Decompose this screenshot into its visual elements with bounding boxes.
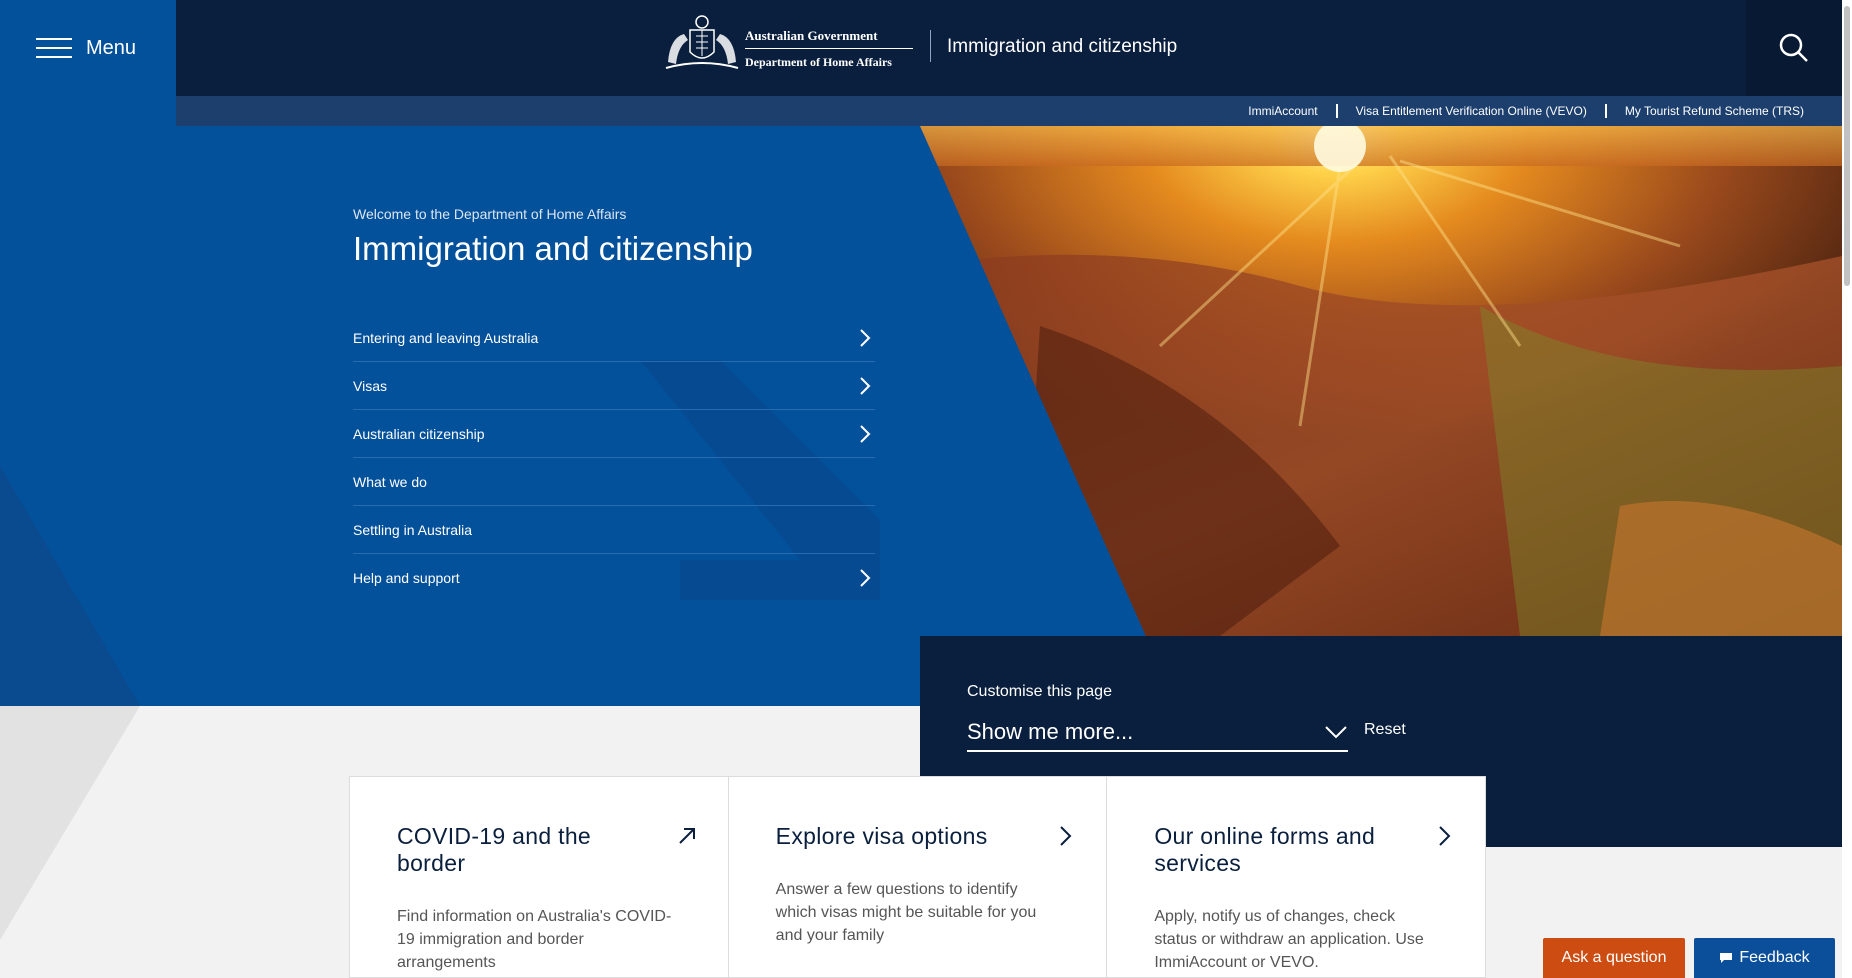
customise-dropdown[interactable]: Show me more... [967,714,1348,752]
reset-button[interactable]: Reset [1364,721,1406,739]
hero-nav-label: Entering and leaving Australia [353,329,539,346]
hero-title: Immigration and citizenship [353,230,753,267]
ask-question-label: Ask a question [1561,949,1667,966]
chevron-right-icon [860,424,871,443]
site-title[interactable]: Immigration and citizenship [947,36,1177,58]
header-divider [930,30,931,62]
hero-nav-item-visas[interactable]: Visas [353,362,875,410]
ask-question-button[interactable]: Ask a question [1543,938,1685,978]
hero-eyebrow: Welcome to the Department of Home Affair… [353,206,627,222]
hero-nav-label: Visas [353,377,387,394]
menu-button[interactable]: Menu [0,0,176,96]
card-title: COVID-19 and the border [397,823,592,876]
gov-line1: Australian Government [745,28,913,49]
chevron-right-icon [1439,826,1451,846]
card-online-forms[interactable]: Our online forms and services Apply, not… [1107,776,1487,978]
decorative-diagonal [0,466,140,940]
government-logo-text[interactable]: Australian Government Department of Home… [745,28,913,70]
hero-nav-label: What we do [353,473,427,490]
card-text: Apply, notify us of changes, check statu… [1154,908,1424,971]
hero-nav-item-what-we-do[interactable]: What we do [353,458,875,506]
search-icon [1779,33,1808,62]
speech-bubble-icon [1720,953,1733,963]
utility-link-vevo[interactable]: Visa Entitlement Verification Online (VE… [1335,104,1605,118]
feedback-button[interactable]: Feedback [1694,938,1835,978]
page: Menu Australian Government Department of… [0,0,1852,978]
customise-label: Customise this page [967,683,1112,700]
card-text: Answer a few questions to identify which… [775,881,1037,944]
hamburger-icon [36,36,72,60]
hero-nav-list: Entering and leaving Australia Visas Aus… [353,314,875,602]
hero-nav-item-entering-leaving[interactable]: Entering and leaving Australia [353,314,875,362]
chevron-right-icon [1060,826,1072,846]
card-covid-border[interactable]: COVID-19 and the border Find information… [349,776,729,978]
coat-of-arms-icon[interactable] [660,12,744,74]
card-title: Explore visa options [775,823,988,849]
hero-nav-item-help-support[interactable]: Help and support [353,554,875,602]
scrollbar[interactable] [1842,0,1852,978]
feedback-label: Feedback [1739,949,1810,966]
card-explore-visa[interactable]: Explore visa options Answer a few questi… [728,776,1108,978]
feature-cards: COVID-19 and the border Find information… [349,776,1487,978]
search-button[interactable] [1746,0,1842,96]
menu-label: Menu [86,36,137,59]
scrollbar-thumb[interactable] [1844,6,1850,286]
utility-links-bar: ImmiAccount Visa Entitlement Verificatio… [176,96,1842,126]
hero-nav-label: Settling in Australia [353,521,473,538]
hero-nav-label: Australian citizenship [353,425,485,442]
gov-line2: Department of Home Affairs [745,55,892,69]
hero-nav-label: Help and support [353,570,460,586]
utility-link-immiaccount[interactable]: ImmiAccount [1230,104,1335,118]
card-title: Our online forms and services [1154,823,1376,876]
customise-dropdown-value: Show me more... [967,719,1134,744]
chevron-right-icon [860,328,871,347]
hero-nav-item-citizenship[interactable]: Australian citizenship [353,410,875,458]
top-header-bar: Australian Government Department of Home… [176,0,1842,96]
chevron-down-icon [1325,726,1347,739]
chevron-right-icon [860,376,871,395]
chevron-right-icon [860,569,871,587]
external-arrow-icon [678,828,695,844]
card-text: Find information on Australia's COVID-19… [397,908,672,971]
utility-link-trs[interactable]: My Tourist Refund Scheme (TRS) [1604,104,1822,118]
hero-nav-item-settling[interactable]: Settling in Australia [353,506,875,554]
